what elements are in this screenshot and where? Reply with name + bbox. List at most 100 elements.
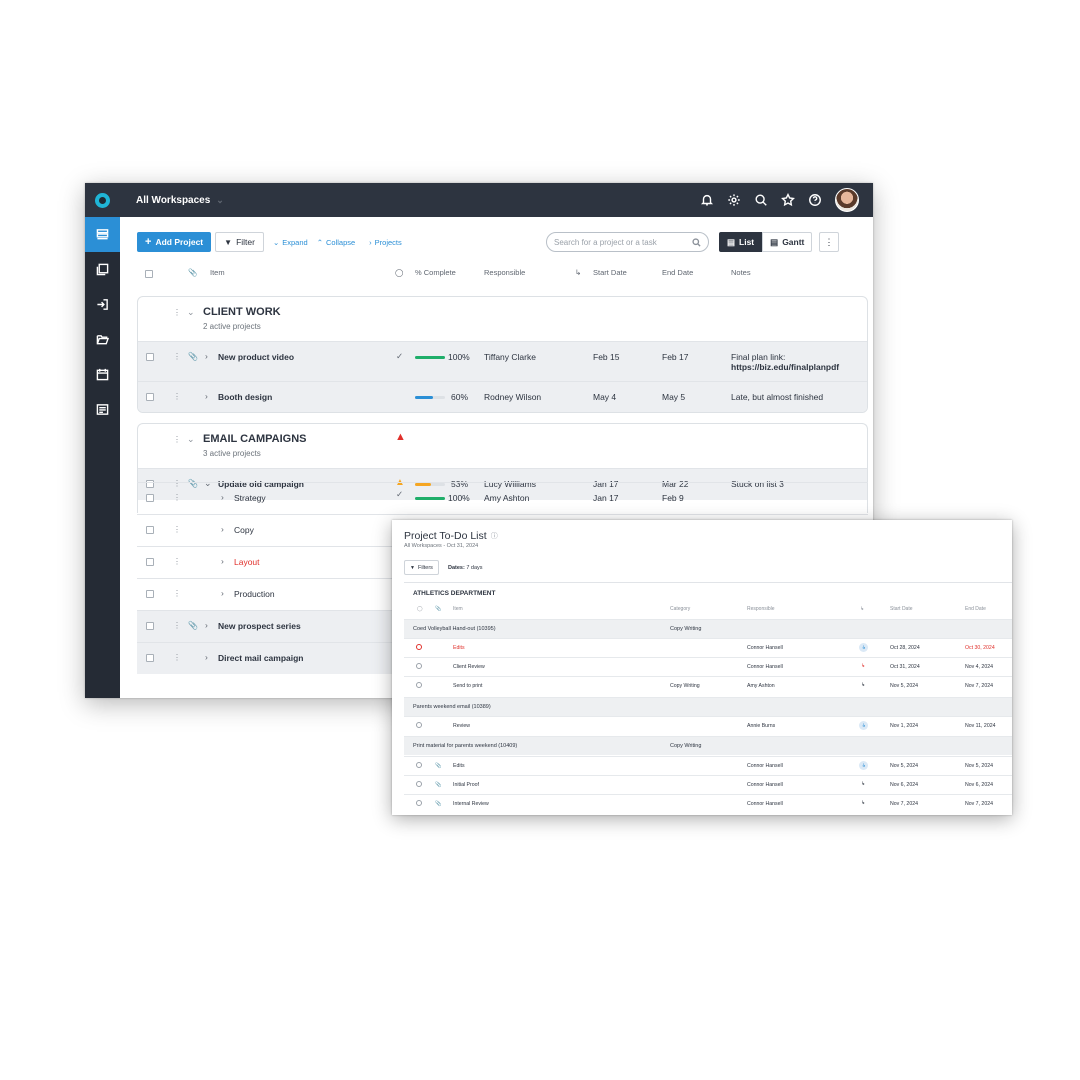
help-icon[interactable]: ⓘ [491, 531, 498, 541]
task-name[interactable]: Review [453, 723, 470, 729]
col-item[interactable]: Item [210, 268, 225, 277]
dependency-icon[interactable]: ↳ [861, 800, 865, 806]
attachment-icon[interactable]: 📎 [188, 621, 198, 630]
drag-handle-icon[interactable]: ⋮ [173, 525, 181, 534]
row-checkbox[interactable] [146, 590, 154, 598]
sidebar-item-import[interactable] [85, 287, 120, 322]
status-circle-icon[interactable] [416, 800, 422, 806]
row-checkbox[interactable] [146, 526, 154, 534]
col-start-date[interactable]: Start Date [593, 268, 627, 277]
task-name[interactable]: Edits [453, 645, 465, 651]
sidebar-item-copy[interactable] [85, 252, 120, 287]
chevron-right-icon[interactable]: › [205, 620, 208, 630]
task-name[interactable]: Internal Review [453, 801, 489, 807]
dependency-icon[interactable]: ↳ [859, 761, 868, 770]
help-icon[interactable] [808, 193, 822, 207]
status-circle-icon[interactable] [416, 781, 422, 787]
dependency-icon[interactable]: ↳ [859, 721, 868, 730]
chevron-right-icon[interactable]: › [221, 556, 224, 566]
chevron-down-icon[interactable]: ⌄ [187, 307, 195, 318]
task-name[interactable]: Client Review [453, 664, 485, 670]
todo-task-row[interactable]: Send to print Copy Writing Amy Ashton ↳ … [404, 676, 1012, 695]
notes-link[interactable]: https://biz.edu/finalplanpdf [731, 362, 839, 372]
task-name[interactable]: Initial Proof [453, 782, 479, 788]
todo-task-row[interactable]: 📎 Initial Proof Connor Hansell ↳ Nov 6, … [404, 775, 1012, 794]
search-input[interactable]: Search for a project or a task [546, 232, 709, 252]
task-name[interactable]: Edits [453, 763, 465, 769]
project-row[interactable]: ⋮ 📎 › New product video ✓ 100% Tiffany C… [138, 341, 867, 381]
task-name[interactable]: Send to print [453, 683, 482, 689]
list-view-button[interactable]: ▤ List [719, 232, 763, 252]
app-logo[interactable] [85, 183, 120, 217]
row-checkbox[interactable] [146, 622, 154, 630]
drag-handle-icon[interactable]: ⋮ [173, 435, 181, 444]
col-notes[interactable]: Notes [731, 268, 751, 277]
col-item[interactable]: Item [453, 606, 463, 612]
col-complete[interactable]: % Complete [415, 268, 456, 277]
col-start-date[interactable]: Start Date [890, 606, 913, 612]
todo-task-row[interactable]: 📎 Edits Connor Hansell ↳ Nov 5, 2024 Nov… [404, 756, 1012, 775]
user-avatar[interactable] [835, 188, 859, 212]
more-options-button[interactable]: ⋮ [819, 232, 839, 252]
star-icon[interactable] [781, 193, 795, 207]
sidebar-item-calendar[interactable] [85, 357, 120, 392]
status-circle-icon[interactable] [416, 762, 422, 768]
projects-link[interactable]: › Projects [369, 238, 402, 247]
overdue-circle-icon[interactable] [416, 644, 422, 650]
chevron-down-icon[interactable]: ⌄ [187, 434, 195, 445]
drag-handle-icon[interactable]: ⋮ [173, 589, 181, 598]
task-name[interactable]: Copy [234, 525, 254, 535]
filter-button[interactable]: ▼ Filter [215, 232, 264, 252]
col-category[interactable]: Category [670, 606, 690, 612]
todo-task-row[interactable]: Edits Connor Hansell ↳ Oct 28, 2024 Oct … [404, 638, 1012, 657]
dependency-icon[interactable]: ↳ [861, 663, 865, 669]
todo-project-row[interactable]: Parents weekend email (10389) [404, 697, 1012, 716]
project-name[interactable]: Booth design [218, 392, 272, 402]
gantt-view-button[interactable]: ▤ Gantt [762, 232, 813, 252]
chevron-right-icon[interactable]: › [205, 652, 208, 662]
attachment-icon[interactable]: 📎 [435, 763, 441, 769]
col-responsible[interactable]: Responsible [747, 606, 775, 612]
project-row[interactable]: ⋮ › Booth design 60% Rodney Wilson May 4… [138, 381, 867, 412]
task-name[interactable]: Production [234, 589, 275, 599]
attachment-icon[interactable]: 📎 [188, 352, 198, 361]
sidebar-item-folders[interactable] [85, 322, 120, 357]
drag-handle-icon[interactable]: ⋮ [173, 557, 181, 566]
chevron-right-icon[interactable]: › [221, 524, 224, 534]
project-name[interactable]: New product video [218, 352, 294, 362]
todo-project-row[interactable]: Coed Volleyball Hand-out (10395) Copy Wr… [404, 619, 1012, 638]
project-name[interactable]: Direct mail campaign [218, 653, 304, 663]
expand-link[interactable]: ⌄ Expand [273, 238, 308, 247]
chevron-right-icon[interactable]: › [221, 492, 224, 502]
drag-handle-icon[interactable]: ⋮ [173, 352, 181, 361]
dependency-icon[interactable]: ↳ [861, 781, 865, 787]
task-name[interactable]: Strategy [234, 493, 266, 503]
add-project-button[interactable]: + Add Project [137, 232, 212, 252]
status-circle-icon[interactable] [416, 722, 422, 728]
row-checkbox[interactable] [146, 353, 154, 361]
bell-icon[interactable] [700, 193, 714, 207]
dates-filter[interactable]: Dates: 7 days [448, 565, 483, 571]
drag-handle-icon[interactable]: ⋮ [173, 392, 181, 401]
todo-task-row[interactable]: 📎 Internal Review Connor Hansell ↳ Nov 7… [404, 794, 1012, 813]
status-circle-icon[interactable] [416, 663, 422, 669]
sidebar-item-projects[interactable] [85, 217, 120, 252]
dependency-icon[interactable]: ↳ [861, 682, 865, 688]
col-end-date[interactable]: End Date [662, 268, 693, 277]
gear-icon[interactable] [727, 193, 741, 207]
chevron-right-icon[interactable]: › [221, 588, 224, 598]
filters-button[interactable]: ▼ Filters [404, 560, 439, 575]
project-name[interactable]: New prospect series [218, 621, 301, 631]
drag-handle-icon[interactable]: ⋮ [173, 653, 181, 662]
status-circle-icon[interactable] [416, 682, 422, 688]
sidebar-item-reports[interactable] [85, 392, 120, 427]
attachment-icon[interactable]: 📎 [435, 801, 441, 807]
task-name[interactable]: Layout [234, 557, 260, 567]
row-checkbox[interactable] [146, 494, 154, 502]
todo-task-row[interactable]: Review Annie Burns ↳ Nov 1, 2024 Nov 11,… [404, 716, 1012, 735]
chevron-right-icon[interactable]: › [205, 391, 208, 401]
dependency-icon[interactable]: ↳ [859, 643, 868, 652]
collapse-link[interactable]: ⌃ Collapse [317, 238, 355, 247]
task-row[interactable]: ⋮ › Strategy ✓ 100% Amy Ashton Jan 17 Fe… [137, 482, 868, 514]
col-end-date[interactable]: End Date [965, 606, 986, 612]
